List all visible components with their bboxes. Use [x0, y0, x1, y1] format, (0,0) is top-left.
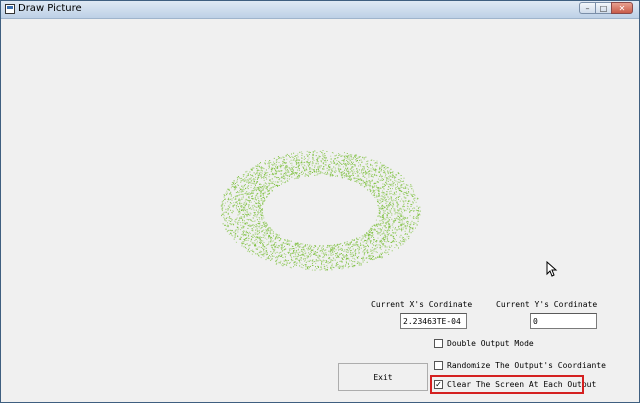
x-coordinate-field[interactable]	[400, 313, 467, 329]
maximize-button[interactable]: □	[595, 2, 611, 14]
y-coordinate-field[interactable]	[530, 313, 597, 329]
randomize-option[interactable]: Randomize The Output's Coordiante	[434, 361, 606, 370]
minimize-button[interactable]: –	[579, 2, 595, 14]
maximize-icon: □	[599, 3, 608, 13]
window-title: Draw Picture	[18, 3, 82, 14]
mouse-pointer-icon	[546, 261, 558, 277]
double-output-option[interactable]: Double Output Mode	[434, 339, 534, 348]
minimize-icon: –	[585, 3, 590, 13]
exit-button-label: Exit	[373, 372, 393, 382]
exit-button[interactable]: Exit	[338, 363, 428, 391]
title-bar[interactable]: Draw Picture – □ ✕	[1, 1, 639, 19]
app-icon	[5, 4, 15, 14]
close-icon: ✕	[618, 3, 626, 13]
highlight-box	[430, 375, 584, 394]
x-coordinate-label: Current X's Cordinate	[371, 300, 473, 309]
double-output-checkbox[interactable]	[434, 339, 443, 348]
randomize-checkbox[interactable]	[434, 361, 443, 370]
double-output-label: Double Output Mode	[447, 339, 534, 348]
draw-picture-window: Draw Picture – □ ✕ Current X's Cordinate…	[0, 0, 640, 403]
drawing-canvas	[220, 150, 421, 271]
close-button[interactable]: ✕	[611, 2, 633, 14]
y-coordinate-label: Current Y's Cordinate	[496, 300, 598, 309]
window-controls: – □ ✕	[579, 2, 633, 15]
ring-drawing	[220, 150, 421, 271]
randomize-label: Randomize The Output's Coordiante	[447, 361, 606, 370]
